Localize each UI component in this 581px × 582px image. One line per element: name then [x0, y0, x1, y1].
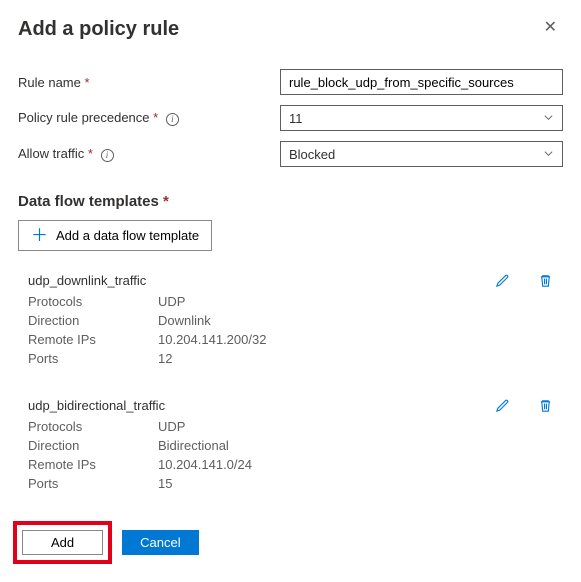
rule-name-input[interactable]	[280, 69, 563, 95]
kv-key: Direction	[28, 438, 158, 453]
precedence-select[interactable]: 11	[280, 105, 563, 131]
close-icon[interactable]: ✕	[538, 18, 563, 38]
kv-val: UDP	[158, 419, 185, 434]
info-icon[interactable]: i	[166, 113, 179, 126]
kv-val: Downlink	[158, 313, 211, 328]
kv-val: Bidirectional	[158, 438, 229, 453]
allow-traffic-select[interactable]: Blocked	[280, 141, 563, 167]
kv-key: Protocols	[28, 419, 158, 434]
kv-key: Ports	[28, 476, 158, 491]
kv-key: Direction	[28, 313, 158, 328]
kv-key: Ports	[28, 351, 158, 366]
add-data-flow-template-button[interactable]: ＋ Add a data flow template	[18, 220, 212, 251]
data-flow-section-title: Data flow templates *	[18, 193, 563, 210]
data-flow-template-card: udp_downlink_traffic ProtocolsUDP Direct…	[18, 269, 563, 374]
delete-icon[interactable]	[538, 273, 553, 288]
kv-val: 10.204.141.200/32	[158, 332, 266, 347]
kv-val: 15	[158, 476, 172, 491]
kv-key: Remote IPs	[28, 457, 158, 472]
kv-val: 12	[158, 351, 172, 366]
kv-val: UDP	[158, 294, 185, 309]
edit-icon[interactable]	[495, 273, 510, 288]
data-flow-template-card: udp_bidirectional_traffic ProtocolsUDP D…	[18, 394, 563, 499]
delete-icon[interactable]	[538, 398, 553, 413]
chevron-down-icon	[543, 147, 554, 162]
add-button[interactable]: Add	[22, 530, 103, 555]
precedence-label: Policy rule precedence * i	[18, 110, 280, 126]
highlight-annotation: Add	[13, 521, 112, 564]
rule-name-label: Rule name *	[18, 75, 280, 90]
kv-key: Protocols	[28, 294, 158, 309]
cancel-button[interactable]: Cancel	[122, 530, 198, 555]
chevron-down-icon	[543, 111, 554, 126]
page-title: Add a policy rule	[18, 18, 179, 41]
edit-icon[interactable]	[495, 398, 510, 413]
kv-val: 10.204.141.0/24	[158, 457, 252, 472]
info-icon[interactable]: i	[101, 149, 114, 162]
kv-key: Remote IPs	[28, 332, 158, 347]
template-name: udp_bidirectional_traffic	[28, 398, 165, 413]
plus-icon: ＋	[31, 227, 48, 244]
allow-traffic-label: Allow traffic * i	[18, 146, 280, 162]
template-name: udp_downlink_traffic	[28, 273, 146, 288]
